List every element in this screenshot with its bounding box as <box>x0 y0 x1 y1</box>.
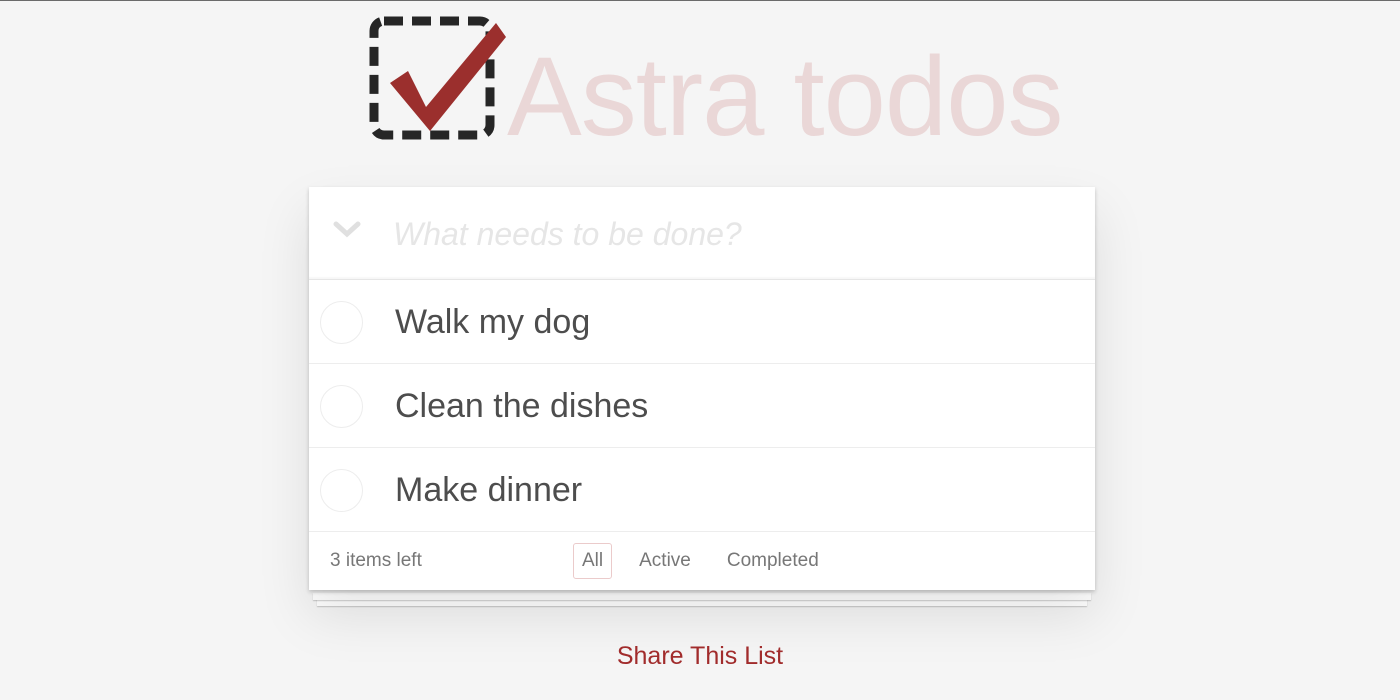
todo-app: Walk my dog Clean the dishes Make dinner… <box>309 187 1095 590</box>
todo-item: Walk my dog <box>309 280 1095 364</box>
filter-all[interactable]: All <box>573 543 613 579</box>
items-left-count: 3 items left <box>330 550 422 571</box>
todo-footer: 3 items left All Active Completed <box>309 532 1095 590</box>
share-list-link[interactable]: Share This List <box>0 641 1400 671</box>
todo-label[interactable]: Walk my dog <box>395 300 590 344</box>
todo-item: Make dinner <box>309 448 1095 532</box>
filter-completed[interactable]: Completed <box>718 543 828 579</box>
app-title: Astra todos <box>507 34 1064 159</box>
chevron-down-icon[interactable] <box>333 219 381 249</box>
todo-label[interactable]: Make dinner <box>395 468 582 512</box>
checkbox-check-logo-icon <box>369 16 506 140</box>
todo-checkbox[interactable] <box>320 385 363 428</box>
filter-list: All Active Completed <box>573 543 846 579</box>
header: Astra todos <box>0 1 1400 161</box>
filter-active[interactable]: Active <box>630 543 700 579</box>
list-stack-shadow <box>313 593 1091 600</box>
todo-checkbox[interactable] <box>320 301 363 344</box>
todo-item: Clean the dishes <box>309 364 1095 448</box>
todo-checkbox[interactable] <box>320 469 363 512</box>
todo-label[interactable]: Clean the dishes <box>395 384 648 428</box>
new-todo-input[interactable] <box>393 209 1073 259</box>
new-todo-row <box>309 187 1095 280</box>
